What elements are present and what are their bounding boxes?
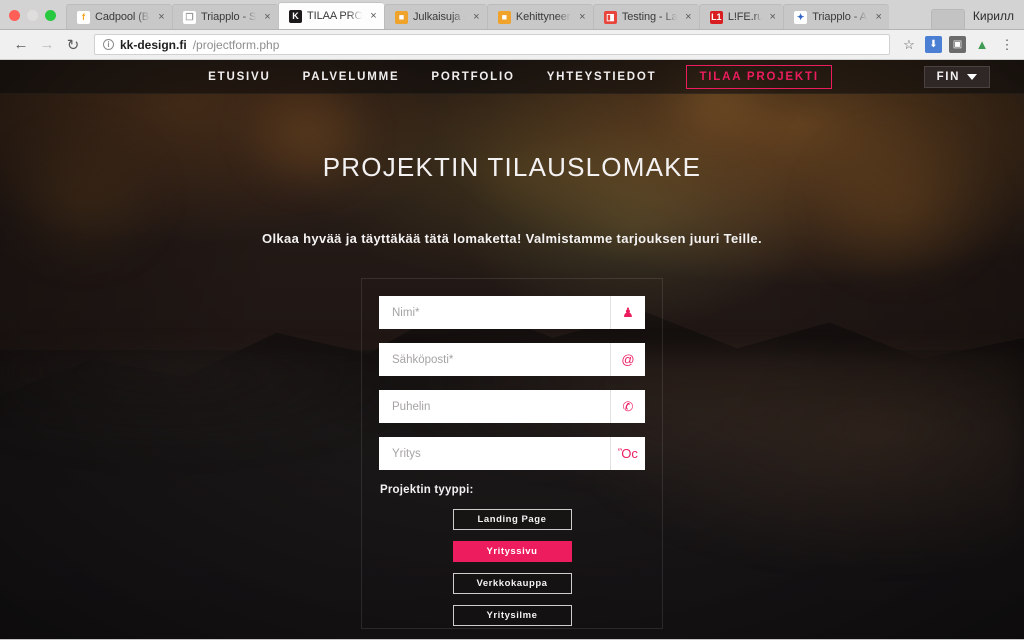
close-window-button[interactable] <box>9 10 20 21</box>
phone-icon: ✆ <box>610 390 645 423</box>
nav-link[interactable]: PALVELUMME <box>287 71 416 83</box>
browser-tab[interactable]: ✦ Triapplo - Agil × <box>783 4 890 29</box>
tab-title: Cadpool (Ba G <box>95 11 152 23</box>
browser-tab[interactable]: ■ Kehittyneempi × <box>486 4 593 29</box>
tab-favicon-icon: ✦ <box>794 10 808 24</box>
tab-favicon-icon: ◨ <box>603 10 617 24</box>
field-placeholder: Puhelin <box>392 400 431 413</box>
tab-close-icon[interactable]: × <box>684 11 693 23</box>
tab-title: Julkaisuja - <box>413 11 467 23</box>
window-traffic-lights <box>0 10 66 29</box>
project-type-button[interactable]: Yrityssivu <box>452 541 572 562</box>
nav-link[interactable]: ETUSIVU <box>192 71 286 83</box>
menu-kebab-icon[interactable]: ⋮ <box>998 36 1016 54</box>
tab-favicon-icon: ■ <box>395 10 408 24</box>
url-host: kk-design.fi <box>120 37 187 52</box>
site-navigation: ETUSIVU PALVELUMME PORTFOLIO YHTEYSTIEDOT TI… <box>0 60 1024 94</box>
tab-favicon-icon: ❐ <box>183 10 196 24</box>
briefcase-icon: Ὃc <box>610 437 645 470</box>
page-title: PROJEKTIN TILAUSLOMAKE <box>322 152 702 182</box>
browser-toolbar: ← → ↻ i kk-design.fi/projectform.php ☆ ⬇… <box>0 30 1024 60</box>
at-email-icon: @ <box>610 343 645 376</box>
site-info-icon[interactable]: i <box>103 39 114 50</box>
browser-tab[interactable]: ■ Julkaisuja - × <box>384 4 487 29</box>
browser-tab[interactable]: ❐ Triapplo - Syst × <box>172 4 278 29</box>
back-icon[interactable]: ← <box>8 32 34 58</box>
toolbar-icons: ☆ ⬇ ▣ ▲ ⋮ <box>896 36 1016 54</box>
hero-content: PROJEKTIN TILAUSLOMAKE Olkaa hyvää ja tä… <box>0 152 1024 629</box>
tab-strip: f Cadpool (Ba G × ❐ Triapplo - Syst × K TILAA P… <box>0 0 1024 30</box>
language-selector-label: FIN <box>936 70 960 83</box>
project-type-button[interactable]: Verkkokauppa <box>452 573 572 594</box>
form-field-phone[interactable]: Puhelin ✆ <box>379 390 645 423</box>
page-subtitle: Olkaa hyvää ja täyttäkää tätä lomaketta!… <box>262 231 762 246</box>
browser-tab[interactable]: L1 L!FE.ru × <box>698 4 784 29</box>
tab-close-icon[interactable]: × <box>369 10 378 22</box>
project-type-button[interactable]: Landing Page <box>452 509 572 530</box>
bookmark-star-icon[interactable]: ☆ <box>900 36 918 54</box>
user-icon: ♟ <box>610 296 645 329</box>
tab-favicon-icon: f <box>77 10 90 24</box>
new-tab-button[interactable] <box>930 9 965 29</box>
form-field-at-email[interactable]: Sähköposti* @ <box>379 343 645 376</box>
download-icon[interactable]: ⬇ <box>925 36 942 53</box>
tab-close-icon[interactable]: × <box>472 11 481 23</box>
minimize-window-button[interactable] <box>27 10 38 21</box>
project-type-label: Projektin tyyppi: <box>380 484 474 496</box>
field-placeholder: Nimi* <box>392 306 420 319</box>
tab-close-icon[interactable]: × <box>578 11 587 23</box>
tab-close-icon[interactable]: × <box>874 11 883 23</box>
tab-title: Testing - Lara <box>621 11 679 23</box>
project-type-options: Landing Page Yrityssivu Verkkokauppa Yritys… <box>379 509 645 628</box>
language-selector[interactable]: FIN <box>923 65 990 88</box>
browser-tab[interactable]: f Cadpool (Ba G × <box>66 4 172 29</box>
chevron-down-icon <box>967 73 977 80</box>
address-bar[interactable]: i kk-design.fi/projectform.php <box>94 34 890 55</box>
form-fields: Nimi* ♟ Sähköposti* @ Puhelin ✆ Yritys Ὃc <box>379 296 645 470</box>
tab-close-icon[interactable]: × <box>768 11 777 23</box>
profile-name[interactable]: Кирилл <box>965 9 1024 29</box>
browser-tabs: f Cadpool (Ba G × ❐ Triapplo - Syst × K TILAA P… <box>66 0 928 29</box>
zoom-window-button[interactable] <box>45 10 56 21</box>
web-page: ETUSIVU PALVELUMME PORTFOLIO YHTEYSTIEDOT TI… <box>0 60 1024 639</box>
url-path: /projectform.php <box>192 37 280 52</box>
tab-close-icon[interactable]: × <box>157 11 166 23</box>
tab-favicon-icon: ■ <box>497 10 511 24</box>
project-type-button[interactable]: Yritysilme <box>452 605 572 626</box>
nav-order-project-button[interactable]: TILAA PROJEKTI <box>686 64 832 89</box>
forward-icon[interactable]: → <box>34 32 60 58</box>
order-form: Nimi* ♟ Sähköposti* @ Puhelin ✆ Yritys Ὃc Proje… <box>361 278 663 629</box>
nav-links: ETUSIVU PALVELUMME PORTFOLIO YHTEYSTIEDOT TI… <box>192 64 832 89</box>
browser-tab[interactable]: K TILAA PROJEK × <box>278 2 384 29</box>
form-field-user[interactable]: Nimi* ♟ <box>379 296 645 329</box>
tab-title: Triapplo - Agil <box>812 11 869 23</box>
tab-title: Kehittyneempi <box>515 11 573 23</box>
form-field-briefcase[interactable]: Yritys Ὃc <box>379 437 645 470</box>
extension-icon[interactable]: ▣ <box>949 36 966 53</box>
reload-icon[interactable]: ↻ <box>60 32 86 58</box>
nav-link[interactable]: YHTEYSTIEDOT <box>531 71 673 83</box>
field-placeholder: Yritys <box>392 447 421 460</box>
profile-avatar-icon[interactable]: ▲ <box>973 36 991 54</box>
field-placeholder: Sähköposti* <box>392 353 454 366</box>
browser-window: f Cadpool (Ba G × ❐ Triapplo - Syst × K TILAA P… <box>0 0 1024 640</box>
nav-link[interactable]: PORTFOLIO <box>415 71 530 83</box>
tab-favicon-icon: K <box>289 9 302 23</box>
tab-close-icon[interactable]: × <box>263 11 272 23</box>
tab-title: L!FE.ru <box>727 11 764 23</box>
browser-tab[interactable]: ◨ Testing - Lara × <box>592 4 699 29</box>
tab-title: Triapplo - Syst <box>201 11 258 23</box>
tab-title: TILAA PROJEK <box>307 10 364 22</box>
tab-favicon-icon: L1 <box>709 10 723 24</box>
